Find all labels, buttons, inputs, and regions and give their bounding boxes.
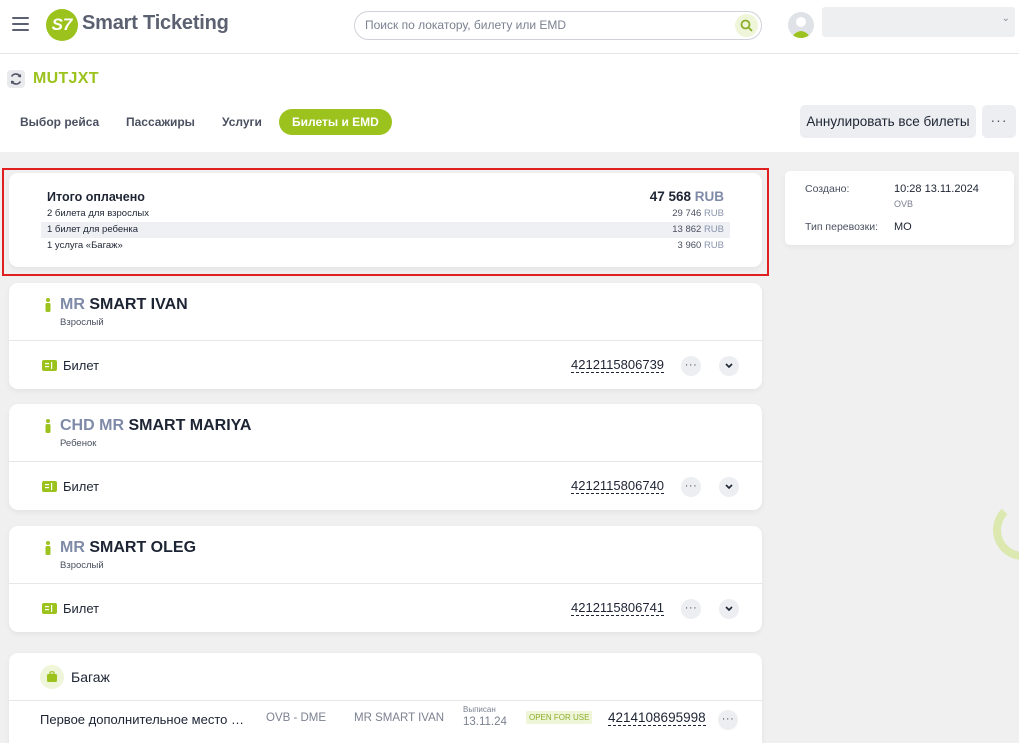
chevron-down-icon — [725, 363, 733, 369]
search-icon — [740, 19, 753, 32]
refresh-button[interactable] — [7, 70, 25, 88]
s7-logo[interactable]: S7 — [46, 9, 78, 41]
top-bar: S7 Smart Ticketing ⌄ — [0, 0, 1019, 54]
passenger-type: Взрослый — [60, 317, 104, 328]
suitcase-icon — [47, 671, 57, 682]
ticket-icon — [42, 481, 57, 492]
search-button[interactable] — [735, 14, 758, 37]
menu-icon[interactable] — [12, 17, 29, 31]
passenger-card: MR SMART OLEG Взрослый Билет 42121158067… — [9, 526, 762, 632]
status-badge: OPEN FOR USE — [526, 711, 593, 724]
divider — [9, 583, 762, 584]
passenger-card: CHD MR SMART MARIYA Ребенок Билет 421211… — [9, 404, 762, 510]
app-title[interactable]: Smart Ticketing — [82, 12, 229, 35]
passenger-name: CHD MR SMART MARIYA — [60, 417, 252, 434]
created-label: Создано: — [805, 183, 850, 195]
ticket-number-link[interactable]: 4212115806739 — [571, 357, 665, 373]
passenger-name: MR SMART OLEG — [60, 539, 197, 556]
booking-header: MUTJXT Выбор рейса Пассажиры Услуги Биле… — [0, 54, 1019, 152]
booking-locator: MUTJXT — [33, 70, 99, 87]
highlight-frame — [2, 168, 769, 276]
user-icon — [791, 17, 811, 38]
ticket-more-button[interactable]: ··· — [681, 356, 701, 376]
baggage-title: Багаж — [71, 669, 110, 685]
person-icon — [45, 541, 51, 555]
issued-date: 13.11.24 — [463, 716, 507, 728]
emd-more-button[interactable]: ··· — [718, 710, 738, 730]
passenger-name: MR SMART IVAN — [60, 296, 188, 313]
baggage-card: Багаж Первое дополнительное место багажа… — [9, 653, 762, 743]
user-menu[interactable]: ⌄ — [822, 7, 1015, 37]
service-route: OVB - DME — [266, 712, 327, 724]
created-value: 10:28 13.11.2024 — [894, 183, 979, 195]
divider — [9, 461, 762, 462]
created-office: OVB — [894, 199, 914, 209]
divider — [9, 700, 762, 701]
booking-info-panel: Создано: 10:28 13.11.2024 OVB Тип перево… — [785, 171, 1014, 245]
cancel-all-tickets-button[interactable]: Аннулировать все билеты — [800, 105, 976, 138]
tab-flight-selection[interactable]: Выбор рейса — [20, 109, 99, 135]
ticket-more-button[interactable]: ··· — [681, 477, 701, 497]
refresh-icon — [10, 73, 22, 85]
search-input[interactable] — [365, 18, 725, 32]
decorative-arc — [993, 500, 1019, 560]
transport-type-label: Тип перевозки: — [805, 221, 878, 233]
person-icon — [45, 419, 51, 433]
service-name: Первое дополнительное место багажа — [40, 712, 250, 727]
avatar[interactable] — [788, 12, 814, 38]
divider — [9, 340, 762, 341]
chevron-down-icon: ⌄ — [1001, 13, 1010, 24]
service-passenger: MR SMART IVAN — [354, 712, 445, 724]
expand-button[interactable] — [719, 477, 739, 497]
ticket-label: Билет — [63, 358, 100, 373]
passenger-type: Взрослый — [60, 560, 104, 571]
search-box — [354, 11, 762, 40]
ticket-number-link[interactable]: 4212115806740 — [571, 478, 665, 494]
more-actions-button[interactable]: ··· — [982, 105, 1016, 138]
ticket-label: Билет — [63, 601, 100, 616]
chevron-down-icon — [725, 484, 733, 490]
ticket-label: Билет — [63, 479, 100, 494]
ticket-icon — [42, 360, 57, 371]
passenger-type: Ребенок — [60, 438, 97, 449]
passenger-card: MR SMART IVAN Взрослый Билет 42121158067… — [9, 283, 762, 389]
ticket-more-button[interactable]: ··· — [681, 599, 701, 619]
emd-number-link[interactable]: 4214108695998 — [608, 710, 706, 726]
person-icon — [45, 298, 51, 312]
ticket-number-link[interactable]: 4212115806741 — [571, 600, 665, 616]
baggage-badge — [40, 665, 64, 689]
expand-button[interactable] — [719, 599, 739, 619]
expand-button[interactable] — [719, 356, 739, 376]
ticket-icon — [42, 603, 57, 614]
tab-tickets-emd[interactable]: Билеты и EMD — [279, 109, 392, 135]
tab-passengers[interactable]: Пассажиры — [126, 109, 195, 135]
tab-services[interactable]: Услуги — [222, 109, 262, 135]
issued-label: Выписан — [463, 705, 496, 714]
chevron-down-icon — [725, 606, 733, 612]
transport-type-value: МО — [894, 221, 912, 233]
